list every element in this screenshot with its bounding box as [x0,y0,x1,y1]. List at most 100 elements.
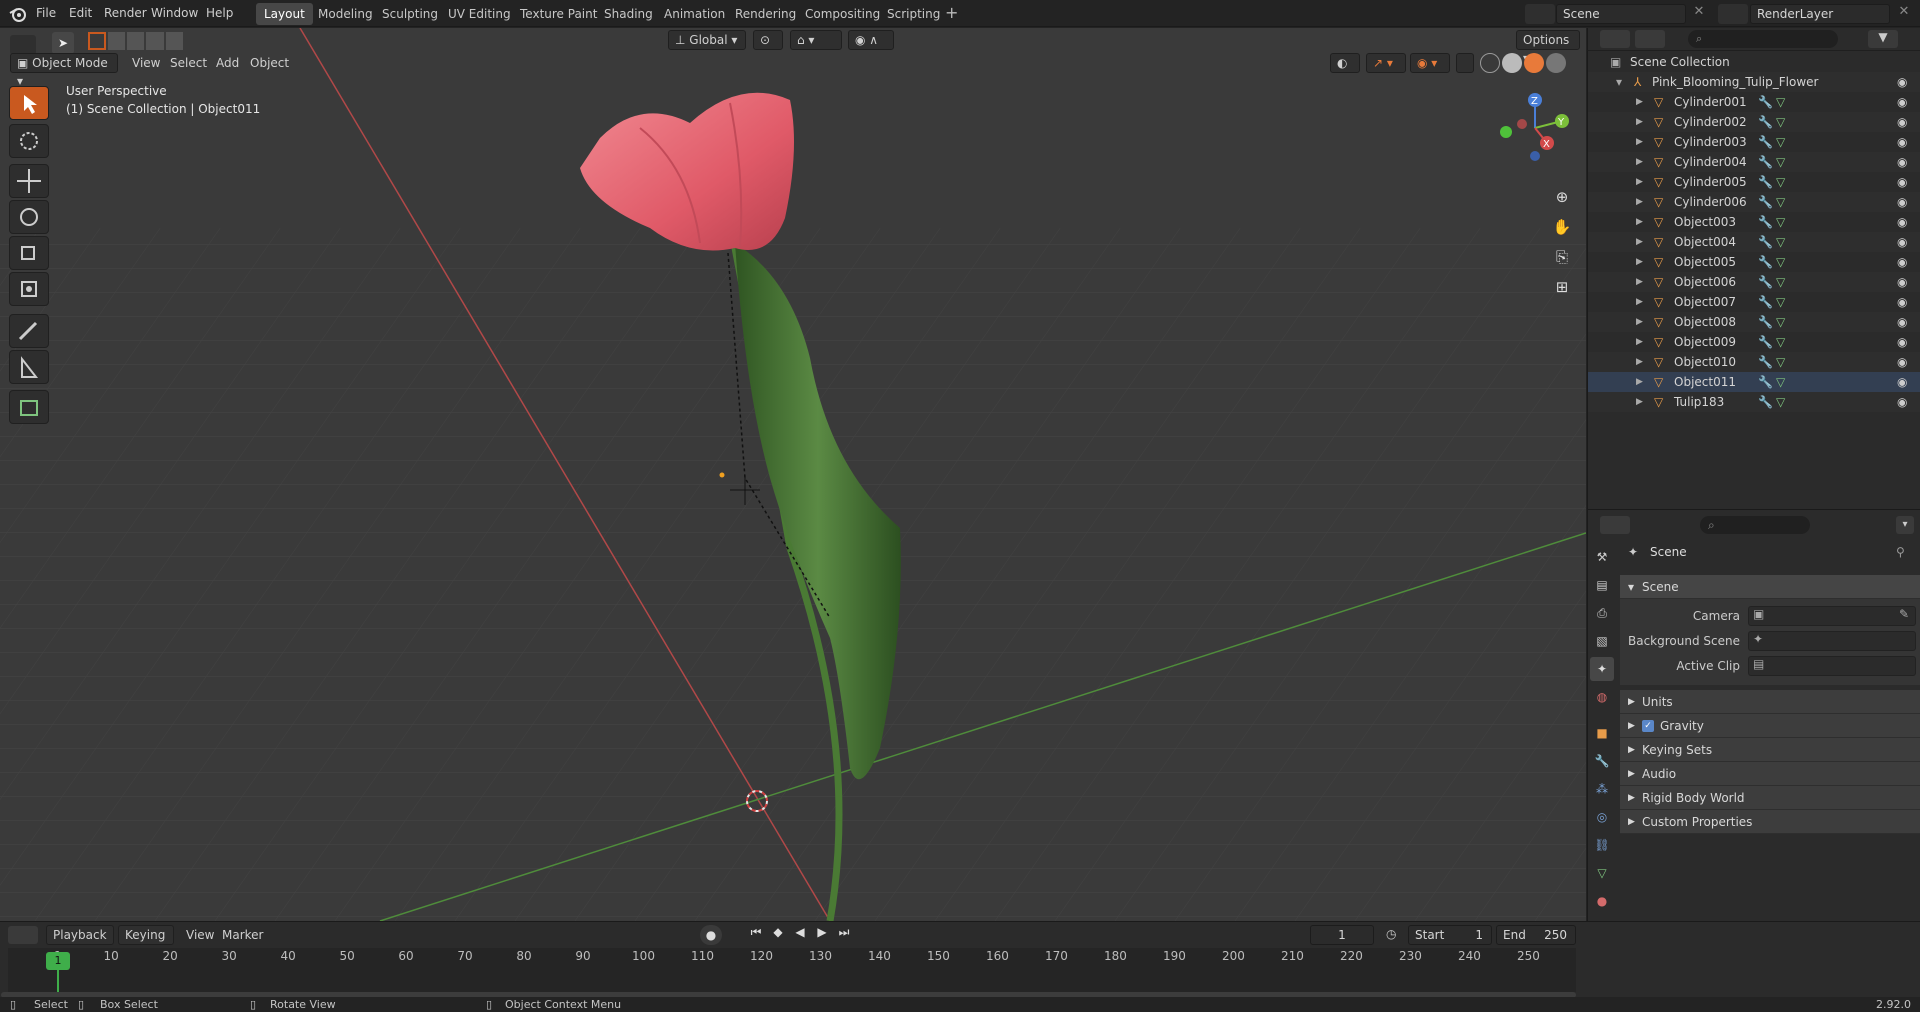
mesh-data-icon[interactable]: ▽ [1776,312,1785,332]
subtract-select-icon[interactable] [126,32,145,50]
modifier-icon[interactable]: 🔧 [1758,132,1773,152]
properties-editor-icon[interactable] [1600,516,1630,534]
modifier-icon[interactable]: 🔧 [1758,152,1773,172]
visibility-eye-icon[interactable]: ◉ [1897,272,1907,292]
tab-scripting[interactable]: Scripting [879,3,948,25]
background-scene-field[interactable]: ✦ [1748,631,1916,651]
modifier-icon[interactable]: 🔧 [1758,112,1773,132]
mesh-data-icon[interactable]: ▽ [1776,132,1785,152]
proportional-edit-icon[interactable]: ◉ ∧ [848,30,894,50]
outliner-row-object004[interactable]: ▶ ▽ Object004 🔧 ▽ ◉ [1588,232,1920,252]
box-select-icon[interactable] [88,32,106,50]
tab-texture-paint[interactable]: Texture Paint [512,3,605,25]
physics-tab-icon[interactable]: ◎ [1590,805,1614,829]
transform-orientation-dropdown[interactable]: ⊥ Global ▾ [668,30,746,50]
overlay-toggle-icon[interactable]: ◉ ▾ [1410,53,1450,73]
expand-arrow-icon[interactable]: ▶ [1636,392,1643,412]
tab-modeling[interactable]: Modeling [310,3,381,25]
modifier-tab-icon[interactable]: 🔧 [1590,749,1614,773]
panel-gravity[interactable]: ▶ ✓ Gravity [1620,714,1920,738]
material-tab-icon[interactable]: ● [1590,889,1614,913]
expand-arrow-icon[interactable]: ▶ [1636,352,1643,372]
select-mode-buttons[interactable] [88,32,184,54]
gizmo-toggle-icon[interactable]: ↗ ▾ [1366,53,1406,73]
object-tab-icon[interactable]: ■ [1590,721,1614,745]
intersect-select-icon[interactable] [165,32,184,50]
menu-select[interactable]: Select [164,53,213,73]
filter-icon[interactable]: ▼ [1868,30,1898,48]
navigation-gizmo[interactable]: Z Y X [1490,88,1570,168]
expand-arrow-icon[interactable]: ▶ [1636,152,1643,172]
visibility-eye-icon[interactable]: ◉ [1897,312,1907,332]
current-frame-field[interactable]: 1 [1310,925,1374,945]
panel-keying-sets[interactable]: ▶ Keying Sets [1620,738,1920,762]
modifier-icon[interactable]: 🔧 [1758,172,1773,192]
blender-logo-icon[interactable] [8,4,28,24]
extend-select-icon[interactable] [107,32,125,50]
expand-arrow-icon[interactable]: ▾ [1616,72,1622,92]
modifier-icon[interactable]: 🔧 [1758,312,1773,332]
tool-transform[interactable] [9,272,49,306]
prev-keyframe-icon[interactable]: ◆ [768,925,788,945]
expand-arrow-icon[interactable]: ▶ [1636,212,1643,232]
world-tab-icon[interactable]: ◍ [1590,685,1614,709]
scene-selector-icon[interactable] [1525,4,1555,24]
playback-dropdown[interactable]: Playback ▾ [46,925,114,960]
outliner-row-cylinder006[interactable]: ▶ ▽ Cylinder006 🔧 ▽ ◉ [1588,192,1920,212]
keying-dropdown[interactable]: Keying ▾ [118,925,174,960]
mesh-data-icon[interactable]: ▽ [1776,152,1785,172]
menu-edit[interactable]: Edit [63,4,98,23]
mesh-data-icon[interactable]: ▽ [1776,212,1785,232]
jump-start-icon[interactable]: ⏮ [746,925,766,945]
tool-cursor[interactable] [9,124,49,158]
outliner-row-object009[interactable]: ▶ ▽ Object009 🔧 ▽ ◉ [1588,332,1920,352]
camera-field[interactable]: ▣ ✎ [1748,606,1916,626]
jump-end-icon[interactable]: ⏭ [834,925,854,945]
tab-shading[interactable]: Shading [596,3,661,25]
modifier-icon[interactable]: 🔧 [1758,212,1773,232]
visibility-eye-icon[interactable]: ◉ [1897,152,1907,172]
modifier-icon[interactable]: 🔧 [1758,272,1773,292]
modifier-icon[interactable]: 🔧 [1758,232,1773,252]
visibility-eye-icon[interactable]: ◉ [1897,112,1907,132]
material-shading-icon[interactable] [1524,53,1544,73]
outliner-row-tulip183[interactable]: ▶ ▽ Tulip183 🔧 ▽ ◉ [1588,392,1920,412]
constraints-tab-icon[interactable]: ⛓ [1590,833,1614,857]
expand-arrow-icon[interactable]: ▶ [1636,112,1643,132]
outliner-row-object006[interactable]: ▶ ▽ Object006 🔧 ▽ ◉ [1588,272,1920,292]
visibility-eye-icon[interactable]: ◉ [1897,352,1907,372]
tool-rotate[interactable] [9,200,49,234]
visibility-eye-icon[interactable]: ◉ [1897,252,1907,272]
add-workspace-icon[interactable]: + [945,5,961,21]
panel-rigid-body-world[interactable]: ▶ Rigid Body World [1620,786,1920,810]
scene-field[interactable]: Scene [1556,4,1686,24]
tab-sculpting[interactable]: Sculpting [374,3,446,25]
tool-tab-icon[interactable]: ⚒ [1590,545,1614,569]
outliner-row-object005[interactable]: ▶ ▽ Object005 🔧 ▽ ◉ [1588,252,1920,272]
outliner-row-object007[interactable]: ▶ ▽ Object007 🔧 ▽ ◉ [1588,292,1920,312]
outliner-editor-icon[interactable] [1600,30,1630,48]
outliner-search-input[interactable]: ⌕ [1688,30,1838,48]
view-layer-icon[interactable] [1718,4,1748,24]
expand-arrow-icon[interactable]: ▶ [1636,232,1643,252]
output-tab-icon[interactable]: ⎙ [1590,601,1614,625]
editor-type-icon[interactable] [10,35,36,55]
tab-animation[interactable]: Animation [656,3,733,25]
properties-options-icon[interactable]: ▾ [1896,516,1914,534]
expand-arrow-icon[interactable]: ▶ [1636,312,1643,332]
tool-move[interactable] [9,164,49,198]
modifier-icon[interactable]: 🔧 [1758,92,1773,112]
timeline-editor-icon[interactable] [8,926,38,944]
expand-arrow-icon[interactable]: ▶ [1636,272,1643,292]
expand-arrow-icon[interactable]: ▶ [1636,192,1643,212]
visibility-eye-icon[interactable]: ◉ [1897,72,1907,92]
tool-select-box[interactable] [9,86,49,120]
mesh-data-icon[interactable]: ▽ [1776,112,1785,132]
expand-arrow-icon[interactable]: ▶ [1636,252,1643,272]
scene-close-icon[interactable]: ✕ [1690,4,1708,22]
playhead[interactable]: 1 [46,952,70,970]
tool-measure[interactable] [9,350,49,384]
panel-audio[interactable]: ▶ Audio [1620,762,1920,786]
select-tool-icon[interactable]: ➤ [52,32,74,54]
mesh-data-icon[interactable]: ▽ [1776,92,1785,112]
